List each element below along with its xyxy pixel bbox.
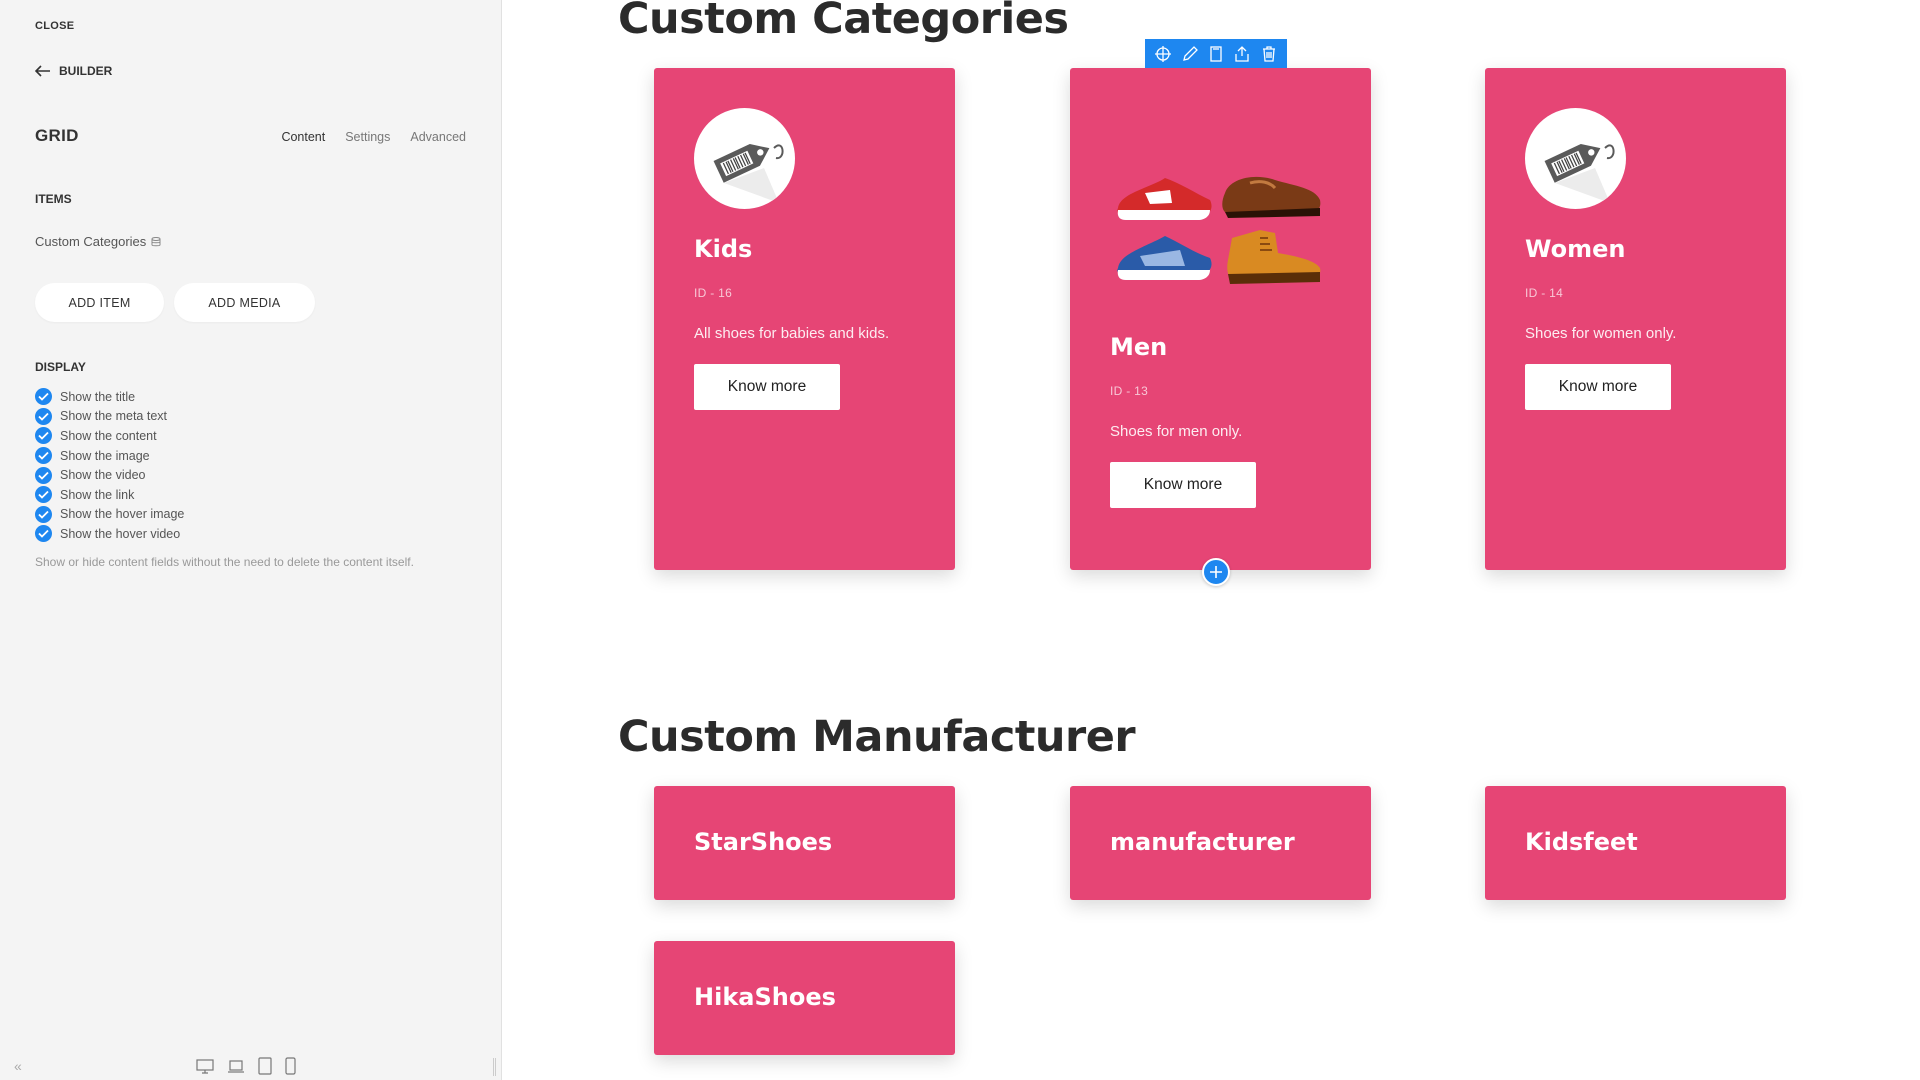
know-more-button[interactable]: Know more — [694, 364, 840, 410]
manufacturer-title: StarShoes — [694, 828, 833, 856]
collapse-sidebar-icon[interactable]: « — [14, 1058, 22, 1074]
tab-advanced[interactable]: Advanced — [410, 130, 466, 144]
builder-sidebar: CLOSE BUILDER GRID Content Settings Adva… — [0, 0, 502, 1080]
manufacturer-card[interactable]: StarShoes — [654, 786, 955, 900]
manufacturer-title: HikaShoes — [694, 983, 836, 1011]
manufacturer-title: manufacturer — [1110, 828, 1295, 856]
option-label: Show the image — [60, 448, 150, 463]
checkbox-checked-icon[interactable] — [35, 525, 52, 543]
close-button[interactable]: CLOSE — [35, 20, 74, 32]
option-show-image[interactable]: Show the image — [35, 446, 184, 466]
back-to-builder-link[interactable]: BUILDER — [35, 64, 112, 78]
option-show-content[interactable]: Show the content — [35, 426, 184, 446]
option-label: Show the video — [60, 468, 146, 483]
option-label: Show the hover video — [60, 526, 181, 541]
option-show-link[interactable]: Show the link — [35, 485, 184, 505]
shoes-image — [1117, 176, 1321, 284]
database-icon — [151, 236, 161, 246]
element-toolbar — [1145, 39, 1287, 68]
card-meta: ID - 13 — [1110, 384, 1149, 398]
panel-tabs: Content Settings Advanced — [281, 130, 466, 144]
delete-icon[interactable] — [1260, 45, 1278, 63]
option-label: Show the meta text — [60, 409, 168, 424]
move-icon[interactable] — [1154, 45, 1172, 63]
desktop-icon[interactable] — [196, 1058, 214, 1074]
add-element-icon[interactable] — [1202, 558, 1230, 586]
option-label: Show the title — [60, 389, 136, 404]
option-show-meta[interactable]: Show the meta text — [35, 407, 184, 427]
manufacturer-card[interactable]: Kidsfeet — [1485, 786, 1786, 900]
page-preview: Custom Categories Kids ID - 16 All shoes… — [503, 0, 1920, 1080]
display-options-list: Show the title Show the meta text Show t… — [35, 387, 184, 544]
card-meta: ID - 14 — [1525, 286, 1564, 300]
option-show-hover-image[interactable]: Show the hover image — [35, 505, 184, 525]
tab-content[interactable]: Content — [281, 130, 325, 144]
card-title: Kids — [694, 235, 753, 263]
category-card-kids[interactable]: Kids ID - 16 All shoes for babies and ki… — [654, 68, 955, 570]
price-tag-icon — [694, 108, 795, 209]
category-card-men[interactable]: Men ID - 13 Shoes for men only. Know mor… — [1070, 68, 1371, 570]
items-source-link[interactable]: Custom Categories — [35, 234, 163, 249]
sidebar-resize-handle[interactable] — [493, 1058, 496, 1076]
tab-settings[interactable]: Settings — [345, 130, 390, 144]
items-section-label: ITEMS — [35, 192, 72, 206]
arrow-left-icon — [35, 65, 50, 77]
card-title: Men — [1110, 333, 1168, 361]
option-label: Show the content — [60, 428, 157, 443]
card-title: Women — [1525, 235, 1626, 263]
card-text: Shoes for men only. — [1110, 423, 1243, 440]
edit-icon[interactable] — [1181, 45, 1199, 63]
option-show-hover-video[interactable]: Show the hover video — [35, 524, 184, 544]
option-show-title[interactable]: Show the title — [35, 387, 184, 407]
panel-title: GRID — [35, 126, 79, 145]
checkbox-checked-icon[interactable] — [35, 486, 52, 504]
save-icon[interactable] — [1233, 45, 1251, 63]
display-help-text: Show or hide content fields without the … — [35, 555, 414, 569]
categories-heading: Custom Categories — [618, 0, 1069, 44]
checkbox-checked-icon[interactable] — [35, 447, 52, 465]
checkbox-checked-icon[interactable] — [35, 407, 52, 425]
checkbox-checked-icon[interactable] — [35, 466, 52, 484]
add-item-button[interactable]: ADD ITEM — [35, 283, 164, 322]
manufacturer-card[interactable]: manufacturer — [1070, 786, 1371, 900]
checkbox-checked-icon[interactable] — [35, 427, 52, 445]
know-more-button[interactable]: Know more — [1525, 364, 1671, 410]
manufacturer-card[interactable]: HikaShoes — [654, 941, 955, 1055]
add-media-button[interactable]: ADD MEDIA — [174, 283, 315, 322]
checkbox-checked-icon[interactable] — [35, 505, 52, 523]
card-text: Shoes for women only. — [1525, 325, 1677, 342]
tablet-icon[interactable] — [258, 1057, 272, 1075]
option-label: Show the link — [60, 487, 135, 502]
card-text: All shoes for babies and kids. — [694, 325, 890, 342]
phone-icon[interactable] — [285, 1057, 296, 1075]
display-section-label: DISPLAY — [35, 360, 86, 374]
manufacturer-heading: Custom Manufacturer — [618, 712, 1136, 762]
option-label: Show the hover image — [60, 507, 185, 522]
builder-label: BUILDER — [59, 64, 113, 78]
card-meta: ID - 16 — [694, 286, 733, 300]
price-tag-icon — [1525, 108, 1626, 209]
know-more-button[interactable]: Know more — [1110, 462, 1256, 508]
manufacturer-title: Kidsfeet — [1525, 828, 1638, 856]
category-card-women[interactable]: Women ID - 14 Shoes for women only. Know… — [1485, 68, 1786, 570]
option-show-video[interactable]: Show the video — [35, 465, 184, 485]
copy-icon[interactable] — [1207, 45, 1225, 63]
checkbox-checked-icon[interactable] — [35, 388, 52, 406]
items-source-label: Custom Categories — [35, 234, 147, 249]
laptop-icon[interactable] — [227, 1059, 245, 1074]
device-switcher — [196, 1057, 296, 1075]
